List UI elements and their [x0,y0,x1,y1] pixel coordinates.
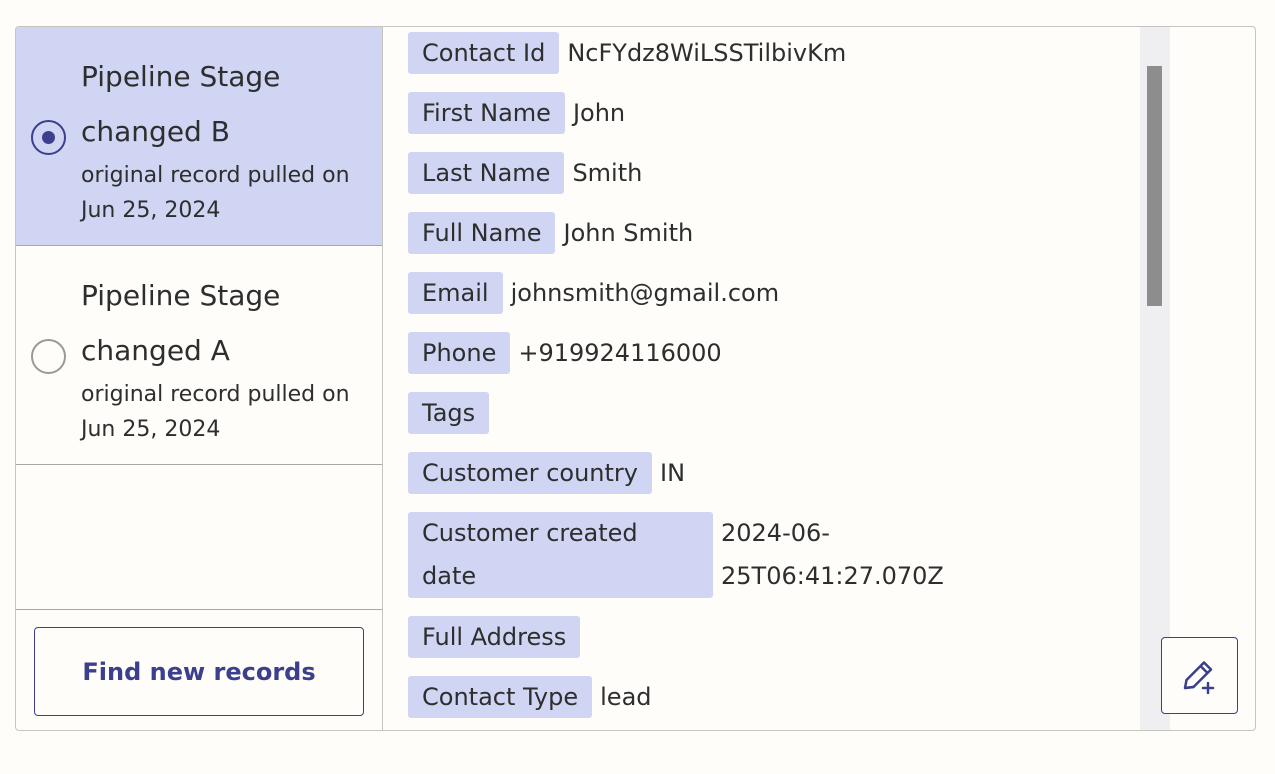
field-label: Contact Id [408,32,560,74]
field-row-last-name: Last Name Smith [408,152,1143,194]
field-row-full-name: Full Name John Smith [408,212,1143,254]
record-meta: original record pulled on Jun 25, 2024 [81,382,350,442]
field-value: +919924116000 [518,339,722,367]
field-list: Contact Id NcFYdz8WiLSSTilbivKm First Na… [408,32,1143,730]
field-label: Full Name [408,212,556,254]
field-value: lead [600,683,652,711]
find-new-records-button[interactable]: Find new records [34,627,364,716]
field-label: First Name [408,92,565,134]
field-label: Email [408,272,503,314]
field-label: Phone [408,332,511,374]
field-value: Smith [572,159,643,187]
field-label: Customer country [408,452,652,494]
field-label: Last Name [408,152,565,194]
field-label: Tags [408,392,490,434]
record-title: Pipeline Stage changed B [81,60,281,148]
field-label: Contact Type [408,676,593,718]
record-picker-panel: Pipeline Stage changed B original record… [15,26,1256,731]
divider [16,609,382,610]
edit-record-button[interactable] [1161,637,1238,714]
records-list: Pipeline Stage changed B original record… [16,27,383,730]
field-row-customer-created-date: Customer created date 2024-06-25T06:41:2… [408,512,1143,598]
pencil-plus-icon [1183,661,1215,695]
record-item-a[interactable]: Pipeline Stage changed A original record… [16,246,382,465]
field-label: Customer created date [408,512,713,598]
field-row-full-address: Full Address [408,616,1143,658]
scrollbar-thumb[interactable] [1147,66,1162,306]
record-detail-pane: Contact Id NcFYdz8WiLSSTilbivKm First Na… [383,27,1255,730]
field-row-first-name: First Name John [408,92,1143,134]
field-row-customer-country: Customer country IN [408,452,1143,494]
field-value: 2024-06-25T06:41:27.070Z [721,519,944,590]
radio-unselected-icon[interactable] [31,339,66,374]
field-value: johnsmith@gmail.com [510,279,780,307]
field-value: IN [660,459,686,487]
field-row-contact-type: Contact Type lead [408,676,1143,718]
field-value: John [572,99,626,127]
field-value: John Smith [563,219,694,247]
scrollbar-track[interactable] [1140,27,1170,730]
radio-selected-icon[interactable] [31,120,66,155]
field-row-contact-id: Contact Id NcFYdz8WiLSSTilbivKm [408,32,1143,74]
record-meta: original record pulled on Jun 25, 2024 [81,163,350,223]
field-row-tags: Tags [408,392,1143,434]
field-row-phone: Phone +919924116000 [408,332,1143,374]
field-value: NcFYdz8WiLSSTilbivKm [567,39,847,67]
record-title: Pipeline Stage changed A [81,279,281,367]
field-row-email: Email johnsmith@gmail.com [408,272,1143,314]
record-item-b[interactable]: Pipeline Stage changed B original record… [16,27,382,246]
field-label: Full Address [408,616,581,658]
